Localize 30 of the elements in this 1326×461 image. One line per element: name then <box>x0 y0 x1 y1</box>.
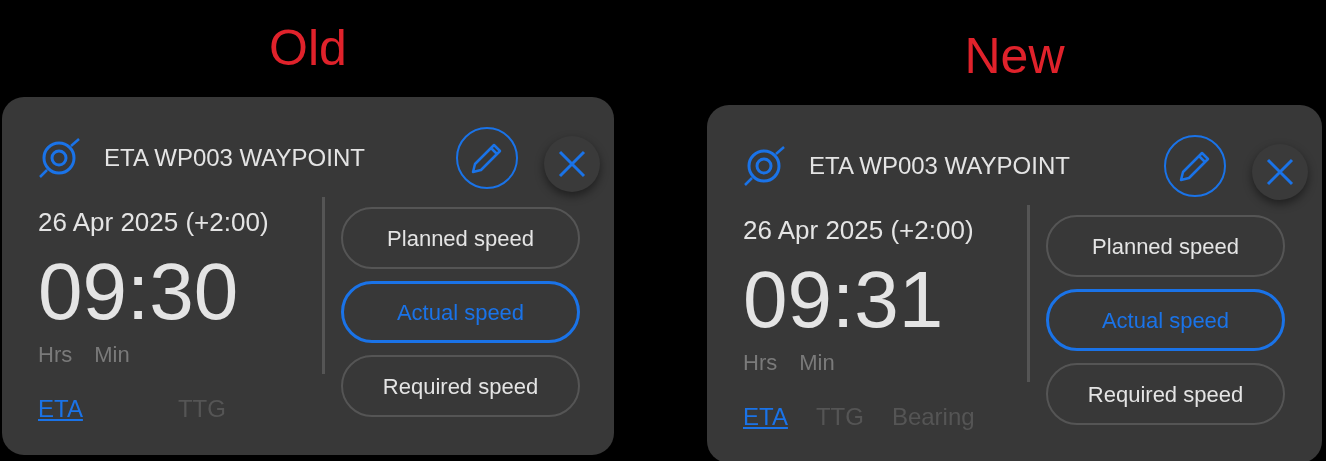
target-icon <box>743 146 787 186</box>
time-unit-label: Min <box>94 342 130 367</box>
pencil-icon <box>1178 149 1212 183</box>
close-icon <box>1266 158 1294 186</box>
panel-title: ETA WP003 WAYPOINT <box>809 151 1071 181</box>
speed-option-button[interactable]: Actual speed <box>341 281 580 343</box>
eta-time: 09:31 <box>743 254 945 346</box>
edit-button[interactable] <box>456 127 518 189</box>
comparison-heading: New <box>964 28 1065 84</box>
time-unit-label: Hrs <box>743 350 778 375</box>
time-unit-label: Min <box>799 350 835 375</box>
speed-option-button[interactable]: Planned speed <box>341 207 580 269</box>
pencil-icon <box>470 141 504 175</box>
tab[interactable]: ETA <box>38 391 83 427</box>
close-button[interactable] <box>544 136 600 192</box>
comparison-heading: Old <box>269 20 347 76</box>
speed-option-button[interactable]: Actual speed <box>1046 289 1285 351</box>
close-button[interactable] <box>1252 144 1308 200</box>
eta-date: 26 Apr 2025 (+2:00) <box>38 206 270 239</box>
close-icon <box>558 150 586 178</box>
speed-option-button[interactable]: Required speed <box>341 355 580 417</box>
target-icon <box>38 138 82 178</box>
speed-option-button[interactable]: Planned speed <box>1046 215 1285 277</box>
eta-time: 09:30 <box>38 246 240 338</box>
speed-option-button[interactable]: Required speed <box>1046 363 1285 425</box>
eta-date: 26 Apr 2025 (+2:00) <box>743 214 975 247</box>
tab[interactable]: ETA <box>743 399 788 435</box>
edit-button[interactable] <box>1164 135 1226 197</box>
panel-title: ETA WP003 WAYPOINT <box>104 143 366 173</box>
time-unit-label: Hrs <box>38 342 73 367</box>
